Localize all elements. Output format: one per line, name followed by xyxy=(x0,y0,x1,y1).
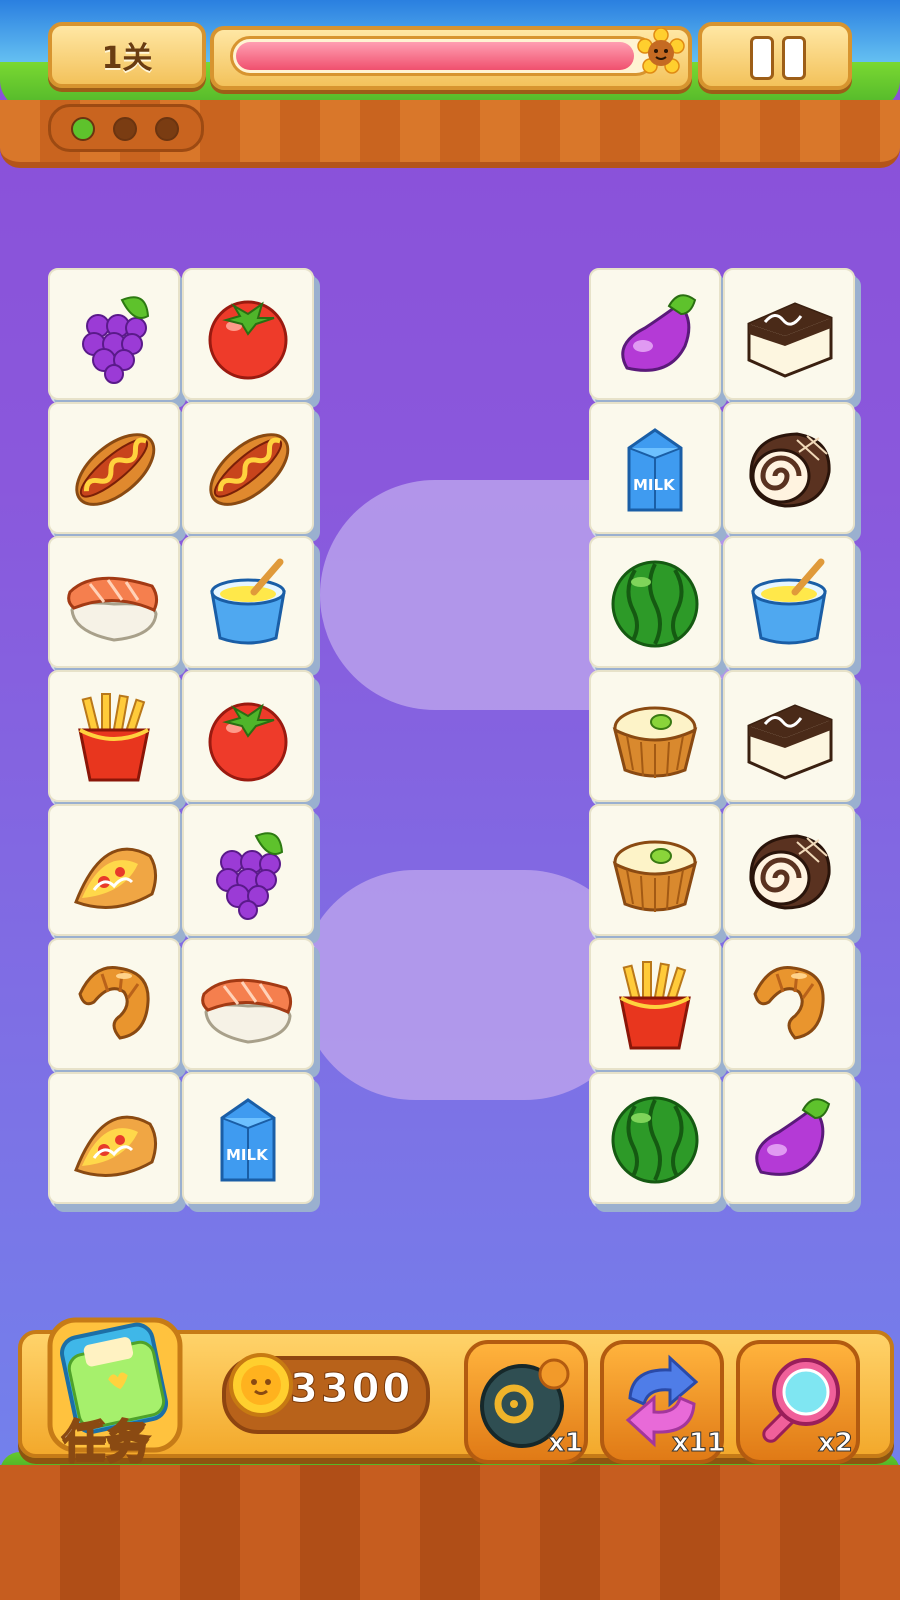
salmon-sushi-icon xyxy=(201,978,293,1044)
level-dots xyxy=(48,104,204,152)
food-tile[interactable] xyxy=(723,938,855,1070)
bomb-count: x1 xyxy=(548,1428,584,1459)
progress-bar xyxy=(230,36,656,76)
food-tile[interactable] xyxy=(48,938,180,1070)
food-tile[interactable] xyxy=(48,804,180,936)
food-tile[interactable] xyxy=(182,670,314,802)
food-tile[interactable] xyxy=(48,402,180,534)
french-fries-icon xyxy=(619,961,691,1050)
french-fries-icon xyxy=(78,693,150,782)
food-tile[interactable] xyxy=(589,804,721,936)
hot-dog-icon xyxy=(209,433,290,506)
shuffle-count: x11 xyxy=(672,1428,726,1459)
level-dot xyxy=(71,117,95,141)
magnifier-tool-button[interactable]: x2 xyxy=(736,1340,860,1464)
food-tile[interactable] xyxy=(723,670,855,802)
food-tile[interactable] xyxy=(48,536,180,668)
magnifier-count: x2 xyxy=(818,1428,854,1459)
food-tile[interactable] xyxy=(182,402,314,534)
tomato-icon xyxy=(208,702,288,782)
food-tile[interactable] xyxy=(589,268,721,400)
food-tile[interactable] xyxy=(48,1072,180,1204)
croissant-icon xyxy=(753,966,825,1040)
croissant-icon xyxy=(78,966,150,1040)
cream-cake-icon xyxy=(747,704,833,780)
food-tile[interactable] xyxy=(589,670,721,802)
grapes-icon xyxy=(216,832,284,920)
milk-label: MILK xyxy=(226,1146,269,1164)
cream-cake-icon xyxy=(747,302,833,378)
food-tile[interactable] xyxy=(589,536,721,668)
food-tile[interactable] xyxy=(589,938,721,1070)
food-tile[interactable] xyxy=(48,670,180,802)
shuffle-tool-button[interactable]: x11 xyxy=(600,1340,726,1464)
food-tile[interactable] xyxy=(723,402,855,534)
eggplant-icon xyxy=(755,1098,831,1176)
tart-icon xyxy=(612,706,698,778)
level-dot xyxy=(113,117,137,141)
tart-icon xyxy=(612,840,698,912)
task-label: 任务 xyxy=(61,1415,151,1468)
pudding-cup-icon xyxy=(751,558,827,645)
swiss-roll-icon xyxy=(749,834,831,910)
bottom-dirt xyxy=(0,1465,900,1600)
food-tile[interactable] xyxy=(182,536,314,668)
food-tile[interactable] xyxy=(182,938,314,1070)
progress-bar-fill xyxy=(236,42,634,70)
pause-icon xyxy=(782,36,806,80)
pudding-cup-icon xyxy=(210,558,286,645)
milk-carton-icon: MILK xyxy=(220,1098,276,1182)
bomb-tool-button[interactable]: x1 xyxy=(464,1340,588,1464)
level-label: 1关 xyxy=(101,41,153,76)
food-tile[interactable] xyxy=(589,1072,721,1204)
milk-carton-icon: MILK xyxy=(627,428,683,512)
food-tile[interactable] xyxy=(723,536,855,668)
level-dot xyxy=(155,117,179,141)
coin-count: 3300 xyxy=(289,1366,414,1413)
level-sign: 1关 xyxy=(48,22,206,88)
food-tile[interactable] xyxy=(182,268,314,400)
pause-icon xyxy=(750,36,774,80)
tomato-icon xyxy=(208,300,288,380)
pizza-slice-icon xyxy=(74,1115,157,1177)
swiss-roll-icon xyxy=(749,432,831,508)
food-tile[interactable]: MILK xyxy=(589,402,721,534)
food-tile[interactable]: MILK xyxy=(182,1072,314,1204)
grapes-icon xyxy=(82,296,150,384)
watermelon-icon xyxy=(611,1096,699,1184)
salmon-sushi-icon xyxy=(67,576,159,642)
food-tile[interactable] xyxy=(723,268,855,400)
milk-label: MILK xyxy=(633,476,676,494)
pause-button[interactable] xyxy=(698,22,852,90)
food-tile[interactable] xyxy=(48,268,180,400)
coin-icon xyxy=(229,1353,293,1417)
pizza-slice-icon xyxy=(74,847,157,909)
hot-dog-icon xyxy=(75,433,156,506)
food-tile[interactable] xyxy=(182,804,314,936)
food-tile[interactable] xyxy=(723,1072,855,1204)
sunflower-icon xyxy=(637,28,685,74)
food-tile[interactable] xyxy=(723,804,855,936)
eggplant-icon xyxy=(621,294,697,372)
watermelon-icon xyxy=(611,560,699,648)
